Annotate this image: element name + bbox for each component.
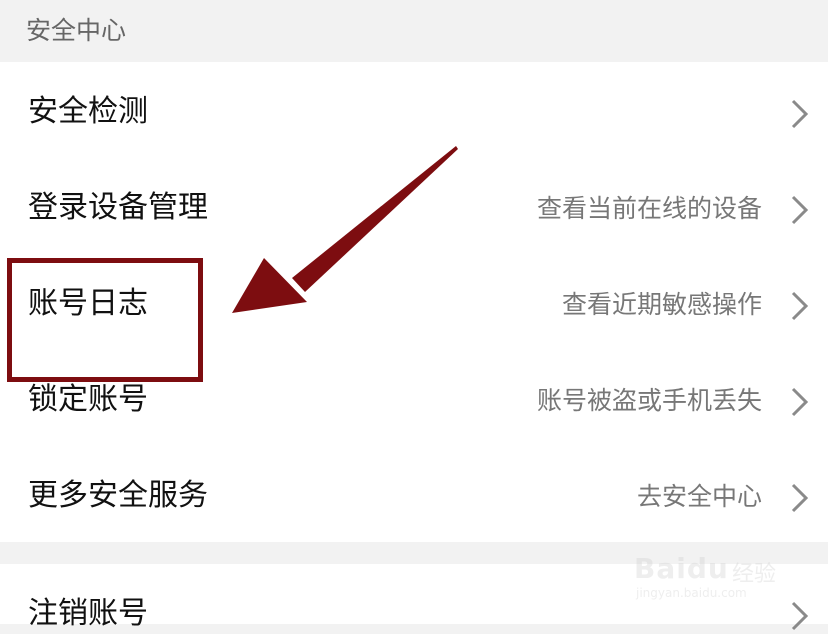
chevron-right-icon	[788, 194, 810, 226]
row-label: 注销账号	[28, 596, 148, 631]
row-login-device-management[interactable]: 登录设备管理 查看当前在线的设备	[0, 158, 828, 254]
row-more-security-services[interactable]: 更多安全服务 去安全中心	[0, 446, 828, 542]
chevron-right-icon	[788, 482, 810, 514]
row-hint: 去安全中心	[636, 482, 762, 511]
chevron-right-icon	[788, 600, 810, 632]
row-hint: 查看近期敏感操作	[561, 290, 762, 319]
watermark-url: jingyan.baidu.com	[636, 586, 747, 600]
row-security-check[interactable]: 安全检测	[0, 62, 828, 158]
chevron-right-icon	[788, 290, 810, 322]
row-label: 锁定账号	[28, 382, 148, 417]
row-label: 登录设备管理	[28, 190, 208, 225]
row-hint: 账号被盗或手机丢失	[536, 386, 762, 415]
row-hint: 查看当前在线的设备	[536, 194, 762, 223]
section-title: 安全中心	[26, 16, 127, 45]
section-header: 安全中心	[0, 0, 828, 62]
row-label: 安全检测	[28, 94, 148, 129]
chevron-right-icon	[788, 98, 810, 130]
annotation-highlight-box	[7, 258, 203, 382]
watermark-brand-cn: 经验	[732, 562, 777, 587]
watermark-brand: Baidu	[634, 552, 729, 585]
row-label: 更多安全服务	[28, 478, 208, 513]
baidu-jingyan-watermark: Baidu 经验 jingyan.baidu.com	[634, 540, 784, 606]
chevron-right-icon	[788, 386, 810, 418]
